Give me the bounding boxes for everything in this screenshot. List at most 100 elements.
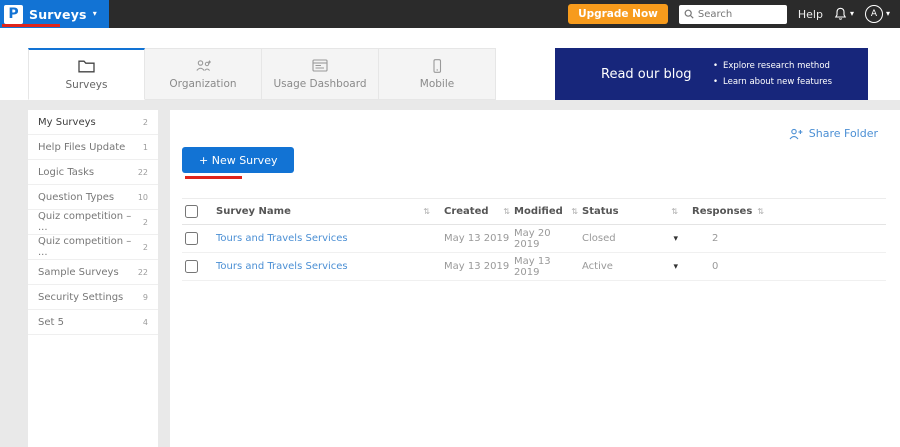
avatar: A (865, 5, 883, 23)
folder-count: 22 (138, 168, 148, 177)
dashboard-icon (312, 58, 328, 73)
folder-count: 1 (143, 143, 148, 152)
tab-usage-dashboard[interactable]: Usage Dashboard (262, 48, 379, 100)
chevron-down-icon: ▾ (886, 10, 890, 18)
app-screen: P Surveys ▾ Upgrade Now Help ▾ A ▾ (0, 0, 900, 447)
col-header-responses: Responses (692, 206, 752, 217)
col-header-survey-name: Survey Name (216, 206, 291, 217)
sort-icon[interactable]: ⇅ (571, 207, 578, 216)
blog-bullets: Explore research method Learn about new … (713, 58, 832, 90)
table-row: Tours and Travels Services May 13 2019 M… (182, 253, 886, 281)
share-folder-icon (788, 128, 803, 140)
col-header-created: Created (444, 206, 489, 217)
notifications-menu[interactable]: ▾ (834, 7, 854, 21)
surveys-table: Survey Name ⇅ Created ⇅ Modified ⇅ Statu… (182, 198, 886, 281)
col-header-status: Status (582, 206, 619, 217)
people-icon (195, 58, 212, 73)
sidebar-item-security-settings[interactable]: Security Settings 9 (28, 285, 158, 310)
status-value: Closed (582, 233, 616, 244)
blog-bullet: Learn about new features (713, 74, 832, 90)
sidebar-item-set-5[interactable]: Set 5 4 (28, 310, 158, 335)
survey-name-link[interactable]: Tours and Travels Services (216, 261, 348, 272)
tab-label: Surveys (66, 79, 108, 91)
sidebar-item-sample-surveys[interactable]: Sample Surveys 22 (28, 260, 158, 285)
chevron-down-icon: ▾ (850, 10, 854, 18)
folder-label: Logic Tasks (38, 167, 94, 178)
topbar: P Surveys ▾ Upgrade Now Help ▾ A ▾ (0, 0, 900, 28)
folder-label: My Surveys (38, 117, 96, 128)
bell-icon (834, 7, 847, 21)
created-date: May 13 2019 (444, 261, 509, 272)
tab-label: Organization (169, 78, 236, 90)
sidebar-item-question-types[interactable]: Question Types 10 (28, 185, 158, 210)
modified-date: May 13 2019 (514, 256, 578, 278)
folder-label: Set 5 (38, 317, 64, 328)
search-icon (684, 9, 694, 19)
sort-icon[interactable]: ⇅ (423, 207, 430, 216)
folder-icon (78, 59, 95, 74)
table-row: Tours and Travels Services May 13 2019 M… (182, 225, 886, 253)
blog-banner: Read our blog Explore research method Le… (555, 48, 868, 100)
sidebar-item-help-files-update[interactable]: Help Files Update 1 (28, 135, 158, 160)
brand-logo: P (4, 5, 23, 24)
created-date: May 13 2019 (444, 233, 509, 244)
annotation-underline-logo (2, 24, 60, 27)
blog-bullet: Explore research method (713, 58, 832, 74)
responses-count: 0 (692, 261, 718, 272)
product-name: Surveys (29, 7, 87, 22)
read-our-blog-link[interactable]: Read our blog (555, 67, 713, 82)
nav-tabs: Surveys Organization Usage Dashboard Mob… (28, 48, 496, 100)
select-all-checkbox[interactable] (185, 205, 198, 218)
folder-count: 2 (143, 218, 148, 227)
folder-label: Quiz competition – ... (38, 211, 143, 233)
sidebar-item-quiz-competition-1[interactable]: Quiz competition – ... 2 (28, 210, 158, 235)
folder-count: 2 (143, 243, 148, 252)
tab-organization[interactable]: Organization (145, 48, 262, 100)
survey-name-link[interactable]: Tours and Travels Services (216, 233, 348, 244)
folder-label: Sample Surveys (38, 267, 119, 278)
sidebar-item-my-surveys[interactable]: My Surveys 2 (28, 110, 158, 135)
folder-label: Security Settings (38, 292, 123, 303)
tab-surveys[interactable]: Surveys (28, 48, 145, 100)
folder-label: Help Files Update (38, 142, 125, 153)
upgrade-now-button[interactable]: Upgrade Now (568, 4, 668, 24)
status-dropdown-caret[interactable]: ▾ (673, 262, 678, 272)
share-folder-link[interactable]: Share Folder (788, 127, 878, 140)
search-input[interactable] (698, 9, 782, 20)
tab-label: Mobile (420, 78, 454, 90)
help-link[interactable]: Help (798, 8, 823, 21)
folder-count: 10 (138, 193, 148, 202)
folder-count: 4 (143, 318, 148, 327)
col-header-modified: Modified (514, 206, 563, 217)
share-folder-label: Share Folder (809, 127, 878, 140)
sidebar-item-logic-tasks[interactable]: Logic Tasks 22 (28, 160, 158, 185)
surveys-panel: Share Folder + New Survey Survey Name ⇅ … (170, 110, 900, 447)
new-survey-button[interactable]: + New Survey (182, 147, 294, 173)
status-value: Active (582, 261, 613, 272)
modified-date: May 20 2019 (514, 228, 578, 250)
primary-nav: Surveys Organization Usage Dashboard Mob… (0, 28, 900, 100)
responses-count: 2 (692, 233, 718, 244)
folder-count: 22 (138, 268, 148, 277)
sort-icon[interactable]: ⇅ (671, 207, 678, 216)
account-menu[interactable]: A ▾ (865, 5, 890, 23)
folder-label: Question Types (38, 192, 114, 203)
row-checkbox[interactable] (185, 232, 198, 245)
annotation-underline-new-survey (185, 176, 242, 179)
chevron-down-icon: ▾ (93, 10, 97, 18)
sort-icon[interactable]: ⇅ (503, 207, 510, 216)
folders-sidebar: My Surveys 2 Help Files Update 1 Logic T… (28, 110, 158, 447)
tab-label: Usage Dashboard (273, 78, 366, 90)
mobile-icon (430, 58, 444, 73)
sort-icon[interactable]: ⇅ (757, 207, 764, 216)
folder-count: 2 (143, 118, 148, 127)
sidebar-item-quiz-competition-2[interactable]: Quiz competition – ... 2 (28, 235, 158, 260)
table-header-row: Survey Name ⇅ Created ⇅ Modified ⇅ Statu… (182, 198, 886, 225)
search-box[interactable] (679, 5, 787, 24)
folder-label: Quiz competition – ... (38, 236, 143, 258)
row-checkbox[interactable] (185, 260, 198, 273)
tab-mobile[interactable]: Mobile (379, 48, 496, 100)
status-dropdown-caret[interactable]: ▾ (673, 234, 678, 244)
folder-count: 9 (143, 293, 148, 302)
topbar-actions: Upgrade Now Help ▾ A ▾ (568, 4, 900, 24)
